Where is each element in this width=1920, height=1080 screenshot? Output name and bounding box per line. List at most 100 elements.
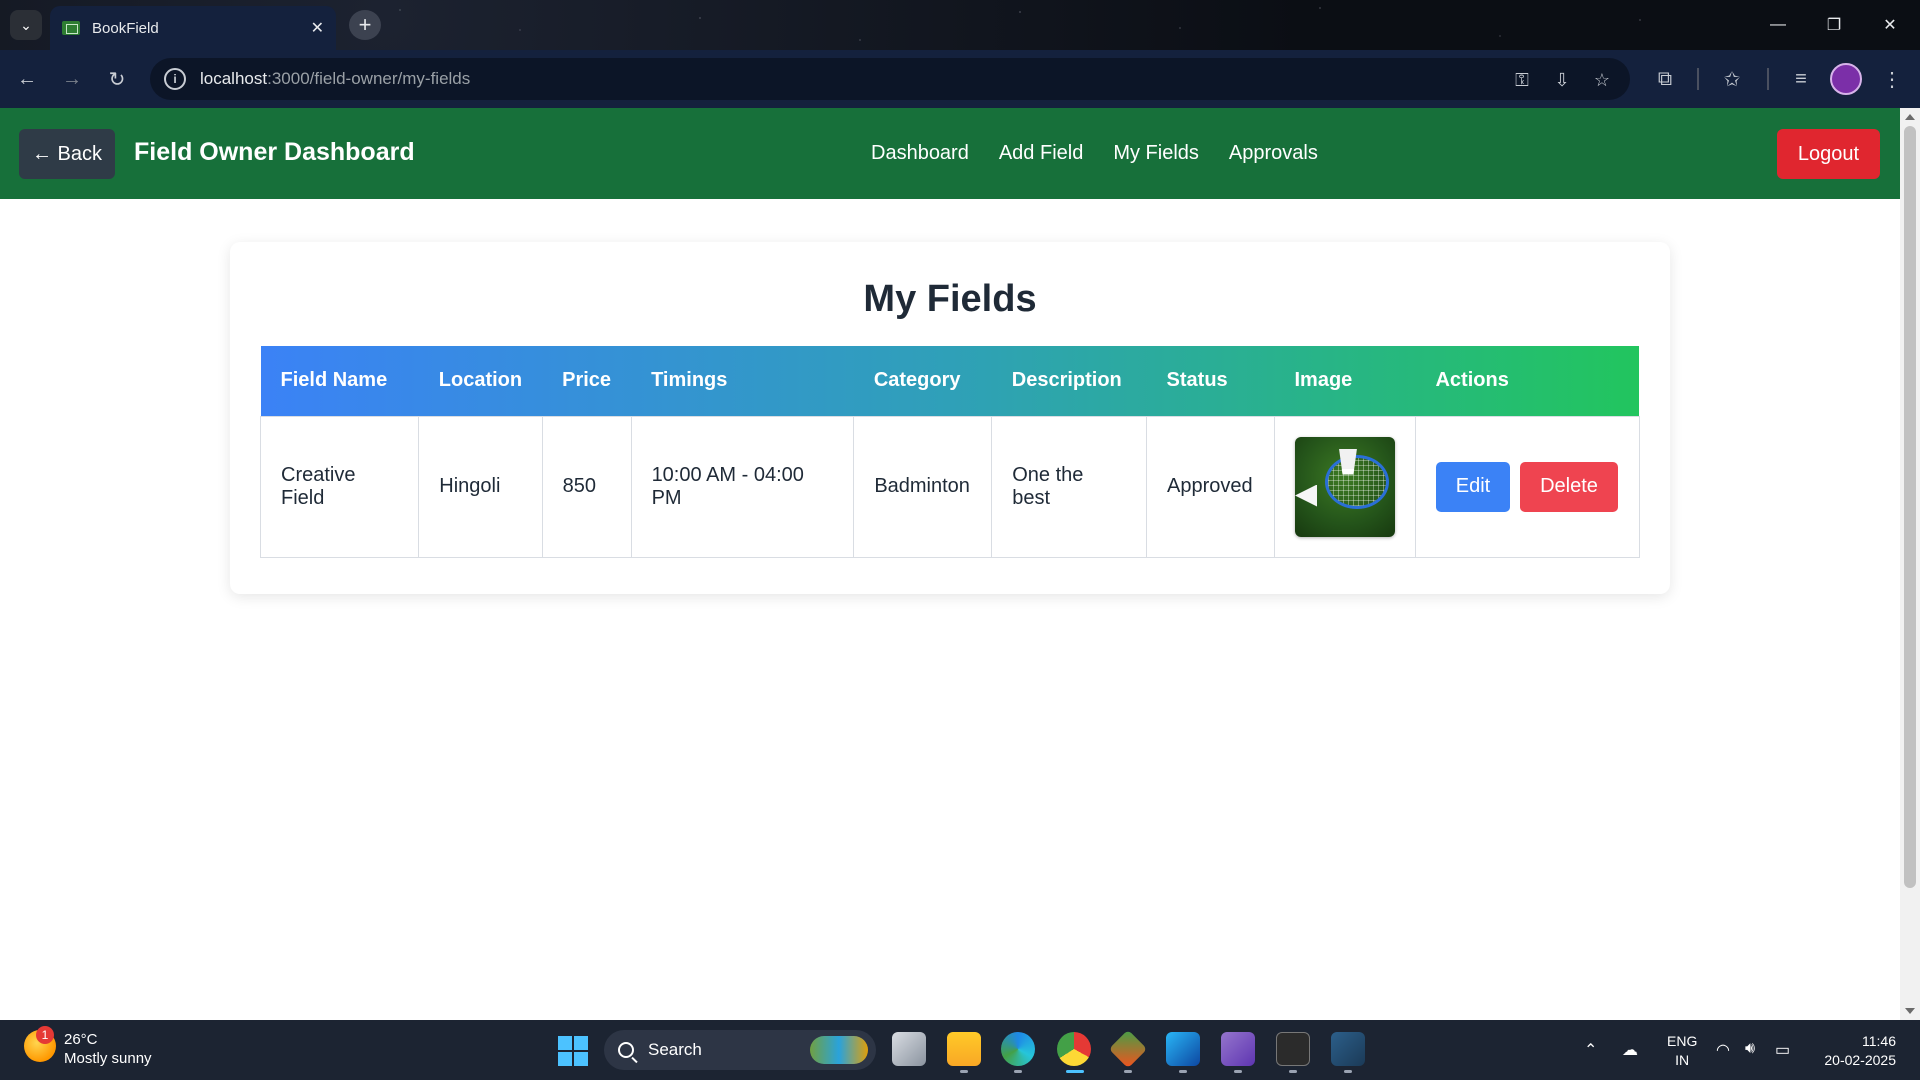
bookmarks-icon[interactable]: ✩ (1717, 64, 1747, 94)
search-highlight-icon (810, 1036, 868, 1064)
cell-image (1273, 415, 1416, 558)
cell-field-name: Creative Field (259, 415, 420, 558)
onedrive-cloud-icon[interactable]: ☁ (1622, 1040, 1638, 1060)
running-indicator (1234, 1070, 1242, 1073)
window-close-icon[interactable]: ✕ (1862, 0, 1918, 50)
fields-table: Field Name Location Price Timings Catego… (259, 346, 1641, 558)
wifi-icon[interactable]: ◠ (1716, 1040, 1730, 1060)
new-tab-button[interactable]: + (349, 10, 381, 40)
bookmark-star-icon[interactable]: ☆ (1590, 68, 1614, 92)
row-actions: Edit Delete (1435, 461, 1619, 512)
badminton-racket-graphic (1324, 454, 1389, 509)
column-header-timings: Timings (651, 369, 728, 392)
tab-search-button[interactable]: ⌄ (10, 10, 42, 40)
profile-avatar[interactable] (1830, 63, 1862, 95)
tab-title: BookField (92, 19, 159, 37)
media-control-icon[interactable]: ≡ (1786, 64, 1816, 94)
cell-status: Approved (1146, 415, 1275, 558)
cell-price: 850 (541, 415, 632, 558)
menu-kebab-icon[interactable]: ⋮ (1877, 64, 1907, 94)
scroll-up-icon[interactable] (1905, 114, 1915, 120)
language-code: ENG (1667, 1033, 1698, 1049)
scroll-down-icon[interactable] (1905, 1008, 1915, 1014)
nav-links: Dashboard Add Field My Fields Approvals (871, 142, 1318, 165)
cell-location: Hingoli (418, 415, 543, 558)
column-header-status: Status (1166, 369, 1228, 392)
shuttlecock-graphic-2 (1294, 484, 1317, 507)
toolbar-separator (1767, 68, 1769, 90)
cell-timings: 10:00 AM - 04:00 PM (630, 415, 855, 558)
bookfield-favicon-icon (62, 21, 80, 35)
edge-browser-icon[interactable] (1001, 1032, 1035, 1066)
restore-icon[interactable]: ❐ (1806, 0, 1862, 50)
taskbar-search[interactable]: Search (604, 1030, 876, 1070)
running-indicator (1124, 1070, 1132, 1073)
column-header-image: Image (1294, 369, 1353, 392)
nav-link-approvals[interactable]: Approvals (1229, 142, 1318, 165)
tab-close-icon[interactable]: ✕ (311, 18, 324, 38)
column-header-location: Location (438, 369, 523, 392)
url-path: :3000/field-owner/my-fields (267, 69, 471, 88)
back-button[interactable]: ← Back (19, 129, 115, 179)
active-indicator (1066, 1070, 1084, 1073)
weather-badge: 1 (36, 1026, 54, 1044)
field-image-thumbnail (1294, 436, 1395, 537)
scrollbar-thumb[interactable] (1904, 126, 1916, 888)
nav-link-my-fields[interactable]: My Fields (1113, 142, 1199, 165)
nav-link-add-field[interactable]: Add Field (999, 142, 1084, 165)
chrome-browser-icon[interactable] (1057, 1032, 1091, 1066)
tray-overflow-chevron-icon[interactable]: ⌃ (1584, 1040, 1597, 1060)
language-indicator[interactable]: ENG IN (1667, 1032, 1697, 1070)
weather-description[interactable]: Mostly sunny (64, 1050, 152, 1067)
edit-button[interactable]: Edit (1435, 461, 1510, 512)
search-icon (618, 1042, 634, 1058)
visual-studio-icon[interactable] (1221, 1032, 1255, 1066)
volume-icon[interactable]: 🔊︎ (1745, 1040, 1755, 1058)
browser-toolbar: ← → ↻ i localhost:3000/field-owner/my-fi… (0, 50, 1920, 108)
toolbar-separator (1697, 68, 1699, 90)
file-explorer-icon[interactable] (947, 1032, 981, 1066)
cell-category: Badminton (853, 415, 993, 558)
clock-time: 11:46 (1862, 1033, 1896, 1049)
page-scrollbar[interactable] (1900, 108, 1920, 1020)
back-arrow-icon[interactable]: ← (12, 64, 42, 94)
password-key-icon[interactable]: ⚿ (1510, 68, 1534, 92)
address-bar[interactable]: i localhost:3000/field-owner/my-fields ⚿… (150, 58, 1630, 100)
column-header-price: Price (562, 369, 612, 392)
column-header-actions: Actions (1435, 369, 1509, 392)
running-indicator (960, 1070, 968, 1073)
table-header-row: Field Name Location Price Timings Catego… (260, 346, 1640, 416)
table-row: Creative Field Hingoli 850 10:00 AM - 04… (259, 415, 1641, 558)
forward-arrow-icon[interactable]: → (57, 64, 87, 94)
cell-actions: Edit Delete (1414, 415, 1641, 558)
site-info-icon[interactable]: i (164, 68, 186, 90)
battery-icon[interactable]: ▭ (1775, 1040, 1790, 1060)
system-clock[interactable]: 11:46 20-02-2025 (1816, 1032, 1896, 1070)
minimize-icon[interactable]: — (1750, 0, 1806, 50)
column-header-category: Category (873, 369, 961, 392)
running-indicator (1014, 1070, 1022, 1073)
running-indicator (1289, 1070, 1297, 1073)
app-icon[interactable] (1331, 1032, 1365, 1066)
weather-temperature[interactable]: 26°C (64, 1031, 98, 1048)
install-app-icon[interactable]: ⇩ (1550, 68, 1574, 92)
running-indicator (1344, 1070, 1352, 1073)
browser-tab-active[interactable]: BookField ✕ (50, 6, 336, 50)
app-navbar: ← Back Field Owner Dashboard Dashboard A… (0, 108, 1900, 199)
nav-link-dashboard[interactable]: Dashboard (871, 142, 969, 165)
delete-button[interactable]: Delete (1519, 461, 1618, 512)
vscode-icon[interactable] (1166, 1032, 1200, 1066)
browser-tab-strip: ⌄ BookField ✕ + — ❐ ✕ (0, 0, 1920, 50)
extensions-icon[interactable]: ⧉ (1650, 64, 1680, 94)
column-header-field-name: Field Name (280, 369, 388, 392)
windows-start-icon[interactable] (558, 1036, 588, 1066)
dashboard-title: Field Owner Dashboard (134, 138, 415, 166)
reload-icon[interactable]: ↻ (102, 64, 132, 94)
running-indicator (1179, 1070, 1187, 1073)
page-viewport: ← Back Field Owner Dashboard Dashboard A… (0, 108, 1900, 1020)
page-title: My Fields (863, 278, 1037, 320)
task-view-icon[interactable] (892, 1032, 926, 1066)
my-fields-card: My Fields Field Name Location Price Timi… (230, 242, 1670, 594)
logout-button[interactable]: Logout (1777, 129, 1880, 179)
terminal-icon[interactable] (1276, 1032, 1310, 1066)
